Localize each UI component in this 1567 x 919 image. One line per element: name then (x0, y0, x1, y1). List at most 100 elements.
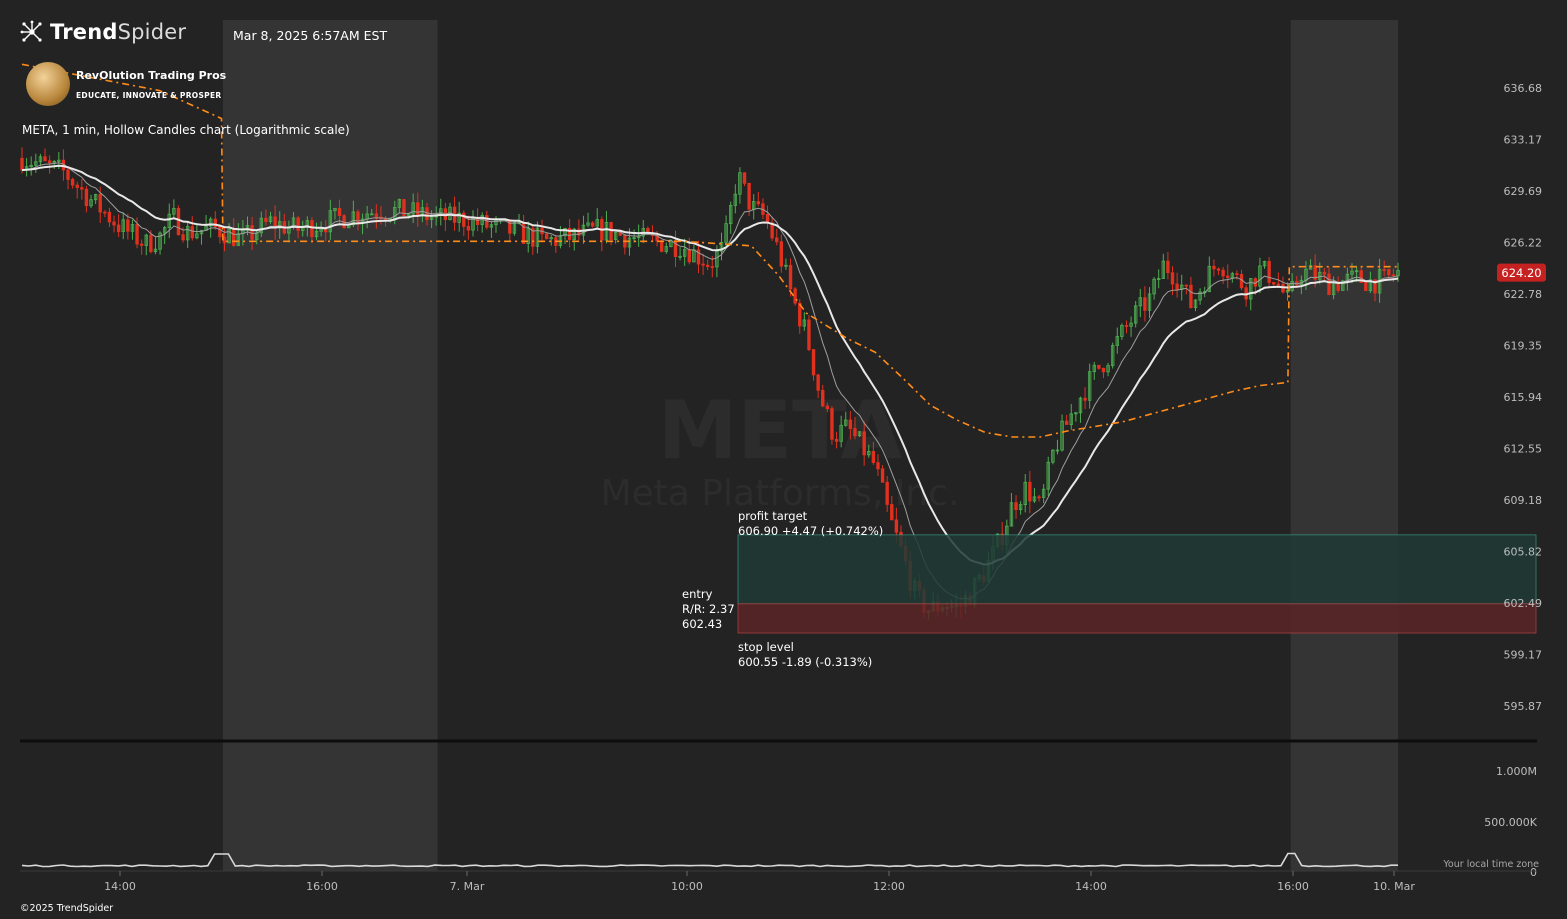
chart-description: META, 1 min, Hollow Candles chart (Logar… (22, 123, 350, 137)
candle-body (848, 419, 853, 429)
candle-body (890, 504, 894, 521)
candle-body (834, 438, 839, 442)
candle-body (880, 468, 885, 483)
price-tick-label: 599.17 (1504, 648, 1543, 661)
time-tick-label: 14:00 (104, 880, 136, 893)
candle-body (871, 450, 876, 464)
watermark-ticker: META (658, 384, 903, 477)
time-tick-label: 16:00 (1277, 880, 1309, 893)
partner-branding: RevOlution Trading Pros EDUCATE, INNOVAT… (26, 62, 226, 106)
candle-body (43, 156, 47, 162)
price-tick-label: 605.82 (1504, 546, 1543, 559)
candle-body (70, 179, 75, 186)
price-tick-label: 629.69 (1504, 185, 1543, 198)
profit-target-label: profit target (738, 509, 808, 523)
candle-body (47, 160, 52, 164)
spider-network-icon (20, 20, 42, 42)
candle-body (107, 211, 112, 223)
candle-body (176, 208, 181, 236)
entry-label: entry (682, 587, 713, 601)
candle-body (710, 266, 715, 268)
candle-body (1387, 269, 1391, 276)
candle-body (830, 408, 834, 440)
candle-body (84, 188, 89, 207)
stop-level-value: 600.55 -1.89 (-0.313%) (738, 655, 872, 669)
candle-body (701, 263, 705, 266)
candle-body (816, 374, 820, 391)
candle-body (103, 211, 107, 214)
candle-body (190, 226, 194, 239)
candle-body (1037, 496, 1041, 499)
time-tick-label: 16:00 (306, 880, 338, 893)
candle-body (1097, 364, 1101, 369)
candle-body (1170, 272, 1175, 285)
extended-session-shade-2 (1290, 20, 1398, 871)
candle-body (1382, 269, 1386, 271)
candle-body (1014, 502, 1018, 510)
candle-body (853, 428, 857, 437)
candle-body (1235, 273, 1239, 276)
candle-body (885, 481, 889, 505)
candle-body (1226, 275, 1230, 278)
candle-body (747, 182, 751, 210)
candle-body (508, 219, 512, 234)
price-tick-label: 622.78 (1504, 288, 1543, 301)
stop-level-label: stop level (738, 640, 794, 654)
candle-body (466, 225, 471, 231)
candle-body (310, 220, 314, 238)
candle-body (876, 462, 880, 470)
brand-name-light: Spider (117, 20, 187, 44)
price-tick-label: 609.18 (1504, 494, 1543, 507)
candle-body (1272, 282, 1276, 285)
candle-body (1221, 269, 1225, 277)
watermark-company: Meta Platforms, Inc. (601, 473, 960, 514)
brand-name-strong: Trend (50, 20, 118, 44)
candle-body (1064, 420, 1069, 425)
profit-target-value: 606.90 +4.47 (+0.742%) (738, 524, 883, 538)
candle-body (416, 202, 420, 216)
time-tick-label: 10:00 (671, 880, 703, 893)
candle-body (544, 233, 549, 240)
candle-body (250, 225, 254, 240)
volume-tick-label: 500.000K (1484, 816, 1537, 829)
brand-name: TrendSpider (50, 20, 186, 44)
candle-body (1276, 283, 1281, 286)
candle-body (425, 207, 429, 220)
candle-body (1189, 284, 1193, 308)
partner-name: RevOlution Trading Pros (76, 68, 227, 82)
candle-body (793, 288, 797, 304)
candle-body (756, 201, 761, 205)
candle-body (779, 241, 784, 267)
candle-body (821, 389, 825, 407)
candle-body (149, 234, 153, 253)
partner-logo (26, 62, 70, 106)
trendspider-logo: TrendSpider (20, 20, 186, 44)
partner-tagline: EDUCATE, INNOVATE & PROSPER (76, 90, 222, 100)
candle-body (811, 349, 816, 376)
candle-body (1083, 397, 1087, 401)
price-chart[interactable]: METAMeta Platforms, Inc.profit target606… (0, 0, 1567, 919)
candle-body (807, 319, 811, 351)
candle-body (20, 157, 24, 171)
candle-body (521, 221, 526, 244)
price-tick-label: 626.22 (1504, 237, 1543, 250)
candle-body (231, 228, 236, 246)
price-tick-label: 615.94 (1504, 391, 1543, 404)
price-tick-label: 633.17 (1504, 134, 1543, 147)
entry-price: 602.43 (682, 617, 722, 631)
candle-body (1216, 268, 1221, 271)
candle-body (659, 240, 664, 252)
time-tick-label: 14:00 (1075, 880, 1107, 893)
candle-body (1327, 273, 1331, 296)
candle-body (66, 169, 70, 180)
candle-body (775, 237, 779, 243)
candle-body (139, 243, 144, 246)
candle-body (1124, 325, 1129, 327)
candle-body (475, 218, 480, 225)
volume-tick-label: 1.000M (1496, 765, 1537, 778)
candle-body (1175, 283, 1179, 290)
candle-body (98, 194, 102, 213)
copyright: ©2025 TrendSpider (20, 903, 114, 914)
candle-body (1184, 284, 1189, 287)
candle-body (112, 221, 116, 226)
